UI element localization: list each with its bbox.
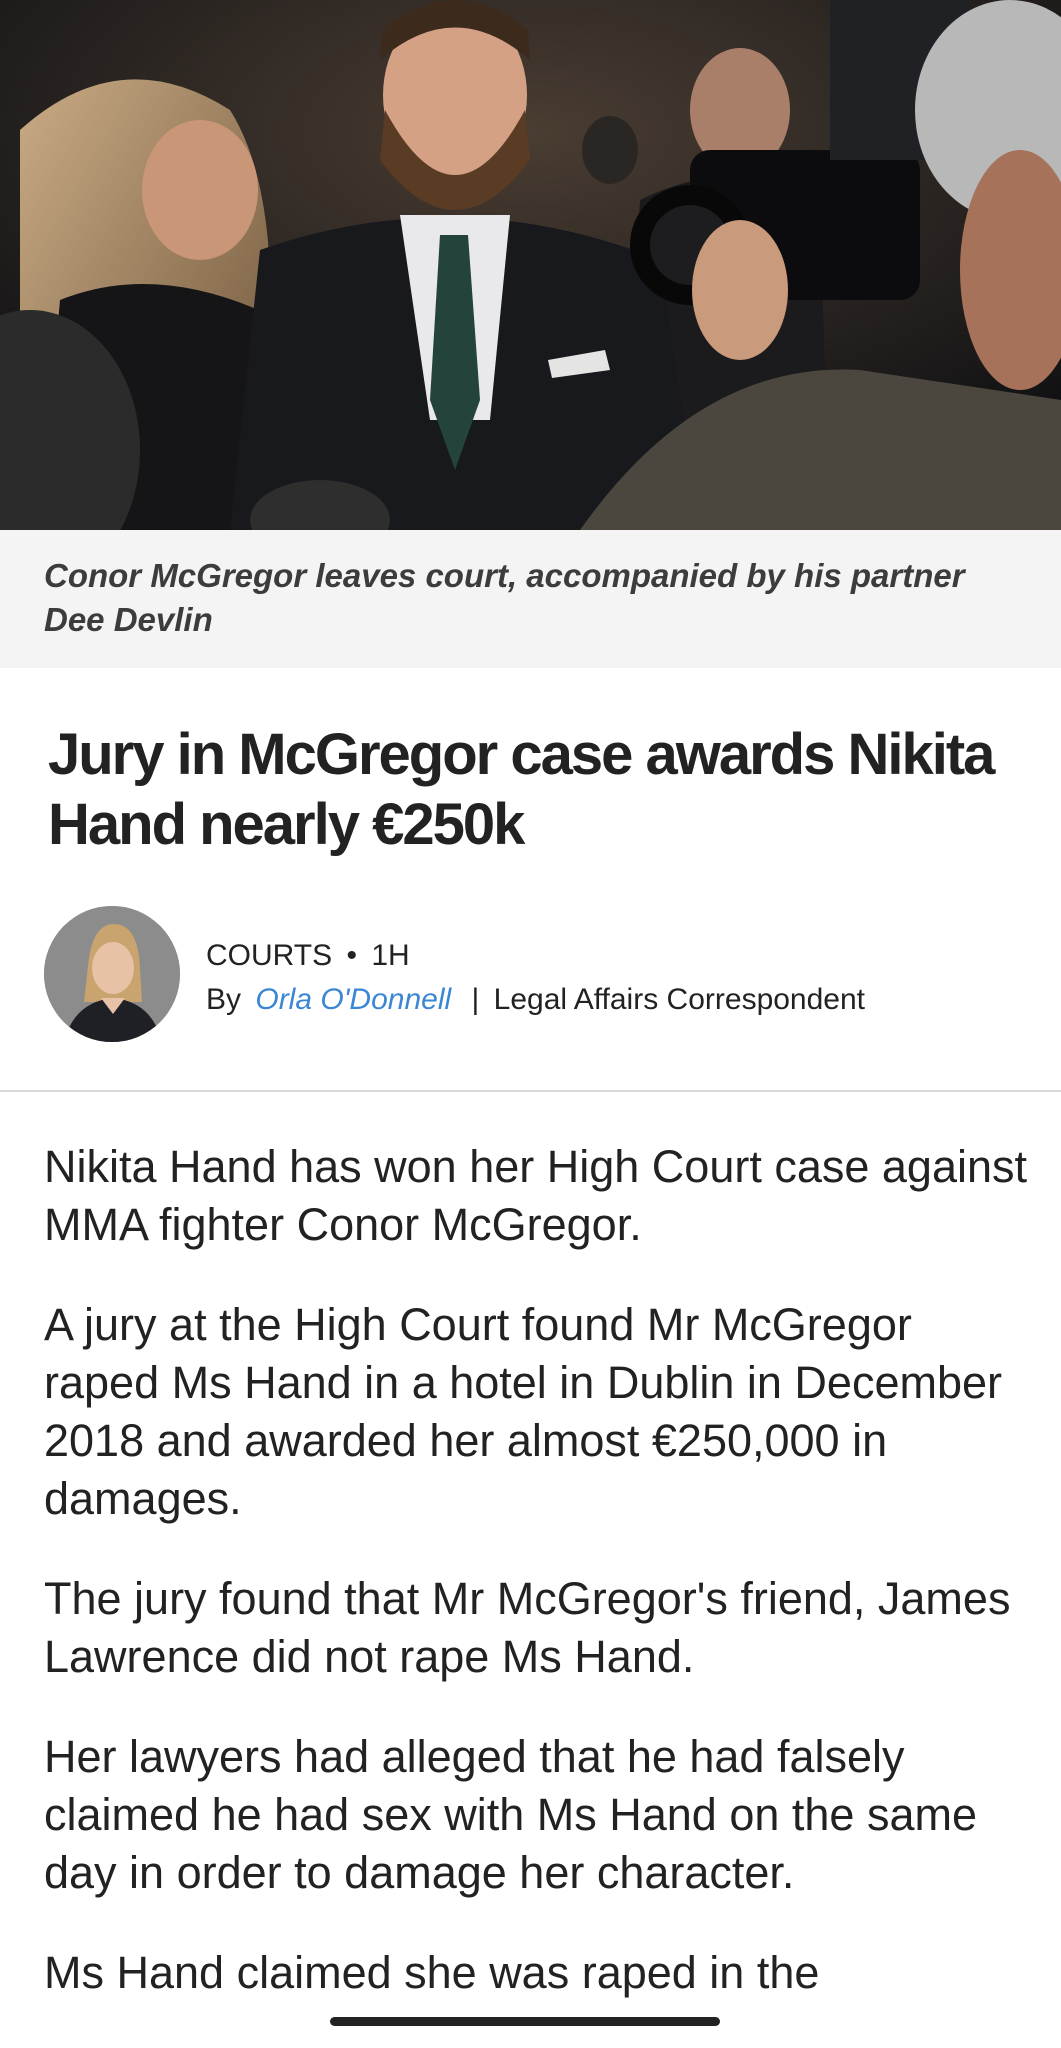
article-paragraph: The jury found that Mr McGregor's friend…: [44, 1573, 1011, 1682]
court-photo-image: [0, 0, 1061, 530]
hero-photo: [0, 0, 1061, 530]
author-row: By Orla O'Donnell | Legal Affairs Corres…: [206, 978, 865, 1022]
author-portrait-image: [44, 906, 180, 1042]
category-label[interactable]: COURTS: [206, 939, 332, 972]
byline-meta: COURTS • 1H By Orla O'Donnell | Legal Af…: [206, 934, 865, 1022]
section-divider: [0, 1090, 1061, 1092]
publish-time: 1H: [371, 939, 410, 972]
category-time-row: COURTS • 1H: [206, 934, 865, 978]
author-avatar[interactable]: [44, 906, 180, 1042]
meta-separator: •: [346, 939, 357, 972]
author-link[interactable]: Orla O'Donnell: [255, 983, 451, 1016]
author-role: Legal Affairs Correspondent: [493, 983, 866, 1016]
article-paragraph: Her lawyers had alleged that he had fals…: [44, 1731, 977, 1898]
article-paragraph: Ms Hand claimed she was raped in the: [44, 1947, 820, 1998]
by-prefix: By: [206, 983, 242, 1016]
article-headline: Jury in McGregor case awards Nikita Hand…: [48, 722, 995, 857]
article-paragraph: A jury at the High Court found Mr McGreg…: [44, 1299, 1003, 1524]
article-body: Nikita Hand has won her High Court case …: [44, 1138, 1034, 2044]
byline: COURTS • 1H By Orla O'Donnell | Legal Af…: [44, 906, 1024, 1042]
scroll-handle[interactable]: [330, 2017, 720, 2026]
photo-caption: Conor McGregor leaves court, accompanied…: [44, 557, 965, 638]
role-separator: |: [471, 983, 480, 1016]
article-paragraph: Nikita Hand has won her High Court case …: [44, 1141, 1028, 1250]
photo-caption-bar: Conor McGregor leaves court, accompanied…: [0, 530, 1061, 668]
